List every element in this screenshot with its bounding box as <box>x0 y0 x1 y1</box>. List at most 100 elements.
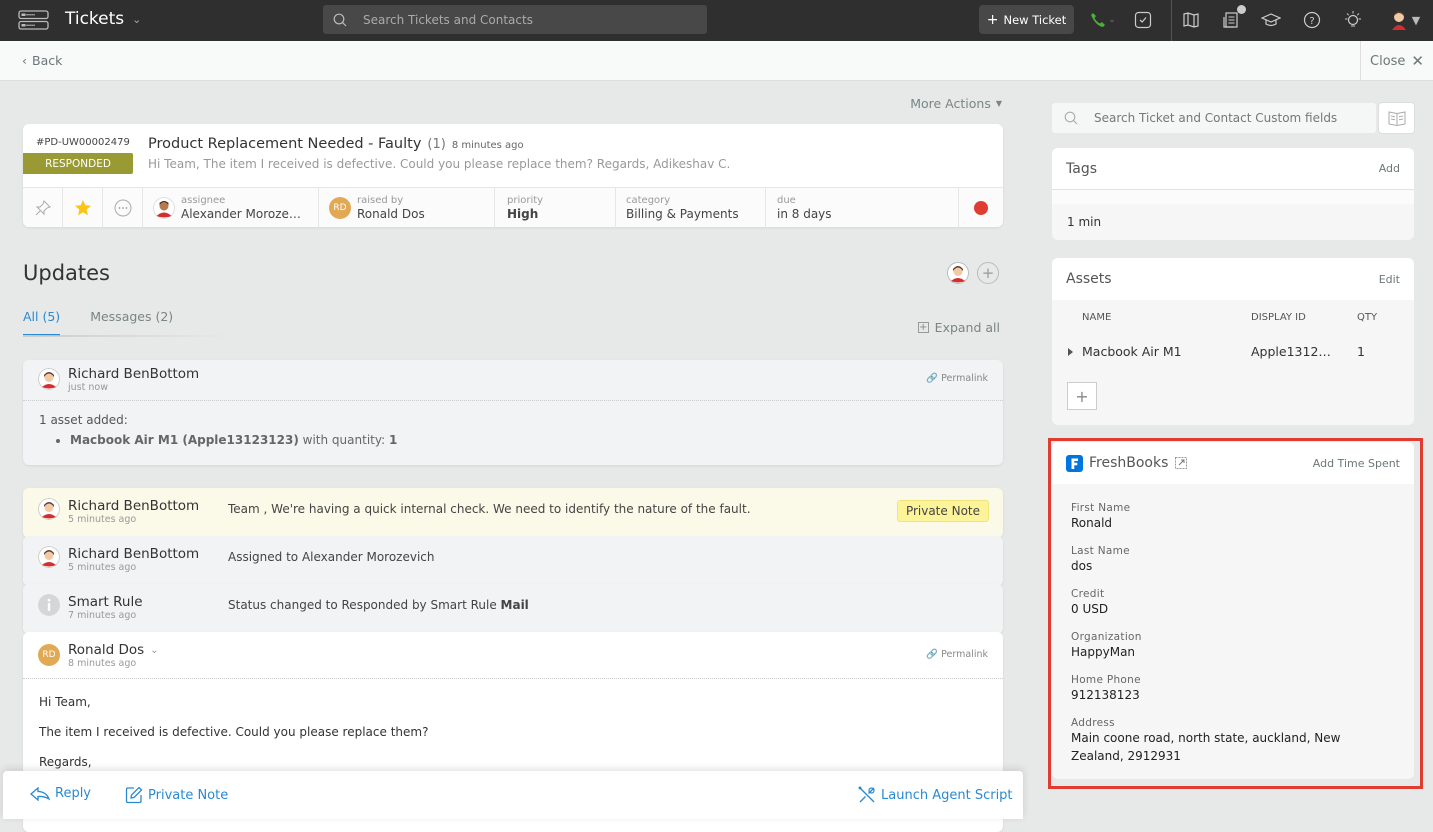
ticket-id: #PD-UW00002479 <box>36 137 130 148</box>
field-label: Organization <box>1071 631 1142 643</box>
custom-fields-search[interactable] <box>1052 103 1376 133</box>
launch-agent-script-button[interactable]: Launch Agent Script <box>858 786 1013 804</box>
square-plus-icon: + <box>917 322 929 333</box>
watcher-avatar[interactable] <box>947 262 969 284</box>
search-icon <box>1064 111 1078 125</box>
tools-icon <box>858 786 875 803</box>
asset-display-id: Apple1312… <box>1251 343 1331 359</box>
status-badge[interactable]: RESPONDED <box>23 153 133 174</box>
map-button[interactable] <box>1180 9 1202 31</box>
smart-rule-name: Mail <box>500 598 529 612</box>
edit-assets-button[interactable]: Edit <box>1379 273 1400 286</box>
reply-button[interactable]: Reply <box>30 786 91 801</box>
app-switcher-icon[interactable] <box>18 10 49 30</box>
permalink-label: Permalink <box>941 373 988 384</box>
message-author-dropdown[interactable]: Ronald Dos ⌄ <box>68 642 159 658</box>
ticket-meta-bar: assignee Alexander Moroze… RD raised by … <box>23 187 1003 228</box>
add-tag-button[interactable]: Add <box>1379 162 1400 175</box>
graduation-cap-icon <box>1261 13 1281 27</box>
notes-button[interactable] <box>1220 5 1246 31</box>
chevron-left-icon: ‹ <box>22 53 27 68</box>
update-text: Assigned to Alexander Morozevich <box>228 550 435 564</box>
permalink-button[interactable]: 🔗 Permalink <box>926 373 988 384</box>
update-item[interactable]: Richard BenBottom 5 minutes ago Assigned… <box>23 536 1003 586</box>
ticket-main-panel: More Actions ▼ #PD-UW00002479 RESPONDED … <box>0 81 1034 832</box>
ticket-time-ago: 8 minutes ago <box>451 140 524 151</box>
help-button[interactable]: ? <box>1301 9 1323 31</box>
more-actions-dropdown[interactable]: More Actions ▼ <box>910 96 1002 111</box>
expand-all-button[interactable]: + Expand all <box>917 320 1000 335</box>
update-author: Richard BenBottom <box>68 546 200 562</box>
asset-qty: 1 <box>1357 343 1365 359</box>
freshbooks-field: Address Main coone road, north state, au… <box>1052 717 1414 765</box>
custom-fields-search-input[interactable] <box>1094 111 1364 125</box>
update-item[interactable]: Smart Rule 7 minutes ago Status changed … <box>23 584 1003 634</box>
tags-panel: Tags Add 1 min <box>1052 148 1414 240</box>
close-button[interactable]: Close ✕ <box>1360 41 1433 81</box>
tasks-button[interactable] <box>1132 9 1154 31</box>
phone-menu[interactable]: ⌄ <box>1088 9 1118 31</box>
external-link-icon[interactable] <box>1174 456 1188 470</box>
field-value: dos <box>1071 559 1093 573</box>
watchers: + <box>947 262 999 284</box>
global-search[interactable] <box>323 5 707 34</box>
tags-scroll-area <box>1052 190 1414 204</box>
update-item-private-note[interactable]: Richard BenBottom 5 minutes ago Team , W… <box>23 488 1003 538</box>
academy-button[interactable] <box>1260 9 1282 31</box>
field-value: Main coone road, north state, auckland, … <box>1071 731 1341 763</box>
add-time-spent-button[interactable]: Add Time Spent <box>1313 457 1400 470</box>
pin-button[interactable] <box>23 188 63 228</box>
status-dot-icon <box>974 201 988 215</box>
update-text: Team , We're having a quick internal che… <box>228 502 751 516</box>
agent-avatar <box>38 368 60 390</box>
star-button[interactable] <box>63 188 103 228</box>
global-search-input[interactable] <box>363 12 683 27</box>
expand-triangle-icon[interactable] <box>1068 347 1073 356</box>
raised-by-field[interactable]: RD raised by Ronald Dos <box>319 188 495 228</box>
back-label: Back <box>32 53 63 68</box>
more-options-button[interactable] <box>103 188 143 228</box>
assets-table-header: NAME DISPLAY ID QTY <box>1066 300 1400 334</box>
add-asset-button[interactable]: + <box>1067 382 1097 410</box>
field-value: 912138123 <box>1071 688 1140 702</box>
app-title-dropdown[interactable]: Tickets ⌄ <box>65 9 141 29</box>
edit-note-icon <box>125 786 143 804</box>
tags-value: 1 min <box>1067 215 1102 229</box>
priority-value: High <box>507 206 539 221</box>
due-field[interactable]: due in 8 days <box>766 188 959 228</box>
private-note-button[interactable]: Private Note <box>125 786 228 804</box>
column-header-qty: QTY <box>1357 311 1378 323</box>
app-title: Tickets <box>65 9 125 29</box>
due-value: in 8 days <box>777 206 832 221</box>
assignee-field[interactable]: assignee Alexander Moroze… <box>143 188 319 228</box>
permalink-label: Permalink <box>941 649 988 660</box>
tab-all[interactable]: All (5) <box>23 309 61 336</box>
chevron-down-icon: ⌄ <box>150 644 159 656</box>
tab-messages[interactable]: Messages (2) <box>90 309 173 336</box>
freshbooks-field: First Name Ronald <box>1052 502 1414 532</box>
message-line: Hi Team, <box>39 695 91 709</box>
add-watcher-button[interactable]: + <box>977 262 999 284</box>
back-button[interactable]: ‹ Back <box>22 53 62 68</box>
link-icon: 🔗 <box>926 649 939 660</box>
freshbooks-title: FreshBooks <box>1089 455 1169 471</box>
priority-field[interactable]: priority High <box>495 188 616 228</box>
agent-avatar <box>38 546 60 568</box>
permalink-button[interactable]: 🔗 Permalink <box>926 649 988 660</box>
chevron-down-icon: ▼ <box>1411 13 1421 27</box>
contact-avatar: RD <box>38 644 60 666</box>
status-indicator[interactable] <box>959 188 1003 228</box>
user-avatar-icon <box>1391 11 1406 30</box>
category-field[interactable]: category Billing & Payments <box>616 188 766 228</box>
plus-icon: + <box>981 264 995 282</box>
assets-title: Assets <box>1066 271 1112 287</box>
user-menu[interactable]: ▼ <box>1385 9 1425 31</box>
ideas-button[interactable] <box>1342 9 1364 31</box>
knowledge-base-button[interactable] <box>1378 102 1415 134</box>
close-icon: ✕ <box>1411 52 1424 70</box>
notes-icon <box>1223 12 1238 28</box>
category-value: Billing & Payments <box>626 206 739 221</box>
asset-row[interactable]: Macbook Air M1 Apple1312… 1 <box>1066 334 1400 368</box>
chevron-down-icon: ⌄ <box>132 12 142 26</box>
new-ticket-button[interactable]: + New Ticket <box>979 5 1074 34</box>
